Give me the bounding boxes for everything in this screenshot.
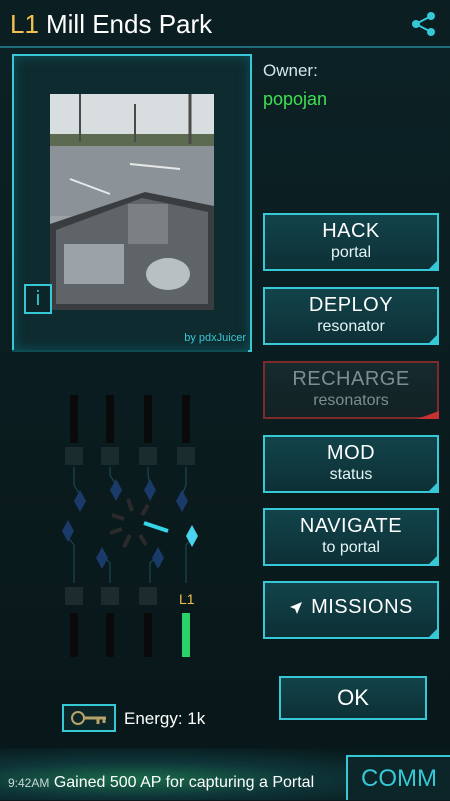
resonator-bar (182, 395, 190, 443)
button-corner-decoration (427, 333, 439, 345)
share-icon[interactable] (410, 10, 438, 38)
key-icon (71, 711, 106, 725)
button-corner-decoration (427, 554, 439, 566)
key-button[interactable] (62, 704, 116, 732)
deploy-sublabel: resonator (317, 318, 385, 335)
owner-label: Owner: (263, 61, 318, 80)
owner-name[interactable]: popojan (263, 89, 327, 110)
ticker-time: 9:42AM (8, 776, 50, 790)
activity-ticker[interactable]: 9:42AM Gained 500 AP for capturing a Por… (8, 774, 348, 796)
hack-label: HACK (322, 220, 380, 242)
photo-credit[interactable]: by pdxJuicer (184, 332, 246, 344)
portal-image-panel: i by pdxJuicer (12, 54, 252, 352)
resonator-slot[interactable] (139, 587, 157, 605)
portal-title: Mill Ends Park (46, 9, 213, 39)
resonator-slot[interactable] (101, 447, 119, 465)
button-corner-decoration (427, 481, 439, 493)
header-bar: L1 Mill Ends Park (0, 0, 450, 48)
mod-button[interactable]: MOD status (263, 435, 439, 493)
resonator-energy-bar (182, 613, 190, 657)
button-corner-decoration (427, 259, 439, 271)
deployed-resonator-level: L1 (179, 591, 195, 607)
navigate-label: NAVIGATE (299, 515, 403, 537)
resonator-diagram: L1 (62, 395, 198, 657)
missions-row: MISSIONS (265, 596, 437, 619)
mod-label: MOD (326, 442, 376, 464)
missions-button[interactable]: MISSIONS (263, 581, 439, 639)
energy-label: Energy: 1k (124, 709, 206, 728)
recharge-label: RECHARGE (292, 368, 410, 390)
divider (12, 350, 248, 352)
resonator-bar (144, 395, 152, 443)
deploy-label: DEPLOY (308, 294, 394, 316)
info-button[interactable]: i (24, 284, 52, 314)
button-corner-decoration (417, 411, 439, 419)
ok-button[interactable]: OK (279, 676, 427, 720)
resonator-bar (70, 395, 78, 443)
portal-photo[interactable] (50, 94, 214, 310)
portal-details-screen: L1 Mill Ends Park i by pdxJuicer Owner: … (0, 0, 450, 800)
recharge-button[interactable]: RECHARGE resonators (263, 361, 439, 419)
missions-label: MISSIONS (311, 596, 413, 618)
hack-button[interactable]: HACK portal (263, 213, 439, 271)
deploy-button[interactable]: DEPLOY resonator (263, 287, 439, 345)
resonator-slot[interactable] (177, 447, 195, 465)
button-corner-decoration (427, 627, 439, 639)
resonator-bar (106, 395, 114, 443)
resonator-slot[interactable] (101, 587, 119, 605)
hack-sublabel: portal (330, 244, 372, 261)
recharge-sublabel: resonators (313, 392, 389, 409)
navigate-sublabel: to portal (322, 539, 380, 556)
resonator-slot[interactable] (139, 447, 157, 465)
navigation-arrow-icon (290, 601, 303, 614)
comm-button[interactable]: COMM (346, 755, 450, 800)
navigate-button[interactable]: NAVIGATE to portal (263, 508, 439, 566)
ticker-message: Gained 500 AP for capturing a Portal (53, 774, 315, 791)
resonator-slot[interactable] (65, 447, 83, 465)
mod-sublabel: status (329, 466, 373, 483)
resonator-slot[interactable] (65, 587, 83, 605)
portal-level: L1 (10, 9, 39, 39)
